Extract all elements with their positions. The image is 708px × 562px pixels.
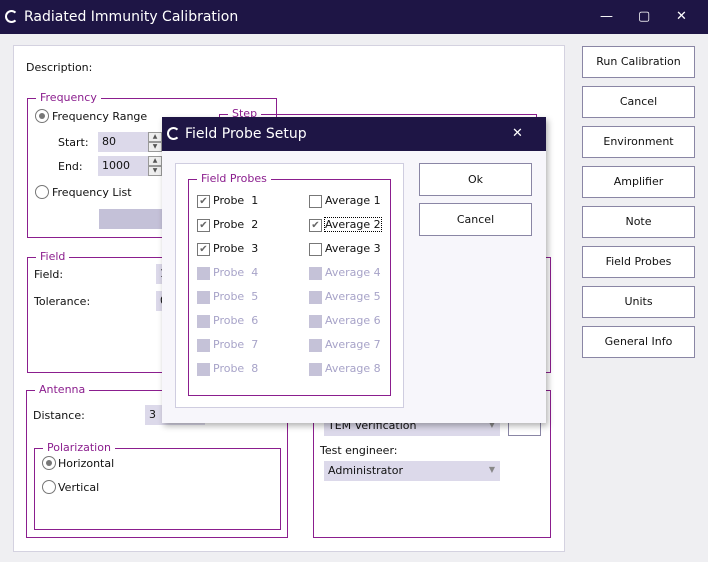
amplifier-button[interactable]: Amplifier	[582, 166, 695, 198]
note-button[interactable]: Note	[582, 206, 695, 238]
field-probes-button[interactable]: Field Probes	[582, 246, 695, 278]
dialog-title: Field Probe Setup	[185, 126, 307, 142]
average-label: Average 5	[325, 290, 381, 303]
end-label: End:	[58, 160, 83, 173]
probe-checkbox[interactable]: ✔	[197, 195, 210, 208]
average-label: Average 4	[325, 266, 381, 279]
average-label: Average 8	[325, 362, 381, 375]
probe-label: Probe 5	[213, 290, 259, 303]
app-logo-icon	[167, 127, 180, 140]
probe-checkbox[interactable]: ✔	[197, 243, 210, 256]
probe-checkbox	[197, 339, 210, 352]
average-checkbox[interactable]	[309, 195, 322, 208]
dialog-title-bar: Field Probe Setup ✕	[162, 117, 546, 151]
start-up-button[interactable]: ▲	[148, 132, 162, 142]
description-label: Description:	[26, 61, 93, 74]
tolerance-label: Tolerance:	[34, 295, 91, 308]
probe-checkbox[interactable]: ✔	[197, 219, 210, 232]
frequency-list-label: Frequency List	[52, 186, 132, 199]
dialog-close-button[interactable]: ✕	[512, 126, 523, 141]
average-label: Average 6	[325, 314, 381, 327]
run-calibration-button[interactable]: Run Calibration	[582, 46, 695, 78]
end-input[interactable]: 1000	[98, 156, 148, 176]
probe-label: Probe 4	[213, 266, 259, 279]
engineer-combo[interactable]: Administrator ▼	[324, 461, 500, 481]
polarization-group: Polarization Horizontal Vertical	[34, 441, 281, 530]
frequency-range-radio[interactable]	[35, 109, 49, 123]
general-info-button[interactable]: General Info	[582, 326, 695, 358]
start-down-button[interactable]: ▼	[148, 142, 162, 152]
vertical-label: Vertical	[58, 481, 100, 494]
chevron-down-icon: ▼	[488, 465, 495, 474]
average-label: Average 7	[325, 338, 381, 351]
frequency-list-radio[interactable]	[35, 185, 49, 199]
field-label: Field:	[34, 268, 64, 281]
average-checkbox	[309, 291, 322, 304]
probe-label: Probe 6	[213, 314, 259, 327]
dialog-cancel-button[interactable]: Cancel	[419, 203, 532, 236]
horizontal-radio[interactable]	[42, 456, 56, 470]
check-icon: ✔	[199, 244, 208, 255]
antenna-group-title: Antenna	[35, 383, 90, 396]
average-label: Average 2	[324, 217, 382, 232]
environment-button[interactable]: Environment	[582, 126, 695, 158]
probe-label: Probe 1	[213, 194, 259, 207]
probe-checkbox	[197, 363, 210, 376]
frequency-range-label: Frequency Range	[52, 110, 148, 123]
average-label: Average 1	[325, 194, 381, 207]
probe-label: Probe 7	[213, 338, 259, 351]
probe-label: Probe 2	[213, 218, 259, 231]
distance-label: Distance:	[33, 409, 85, 422]
frequency-group-title: Frequency	[36, 91, 101, 104]
probe-checkbox	[197, 267, 210, 280]
ok-button[interactable]: Ok	[419, 163, 532, 196]
probe-checkbox	[197, 291, 210, 304]
probes-panel: Field Probes ✔ Probe 1 ✔ Probe 2 ✔ Probe 3 Pro…	[175, 163, 404, 408]
probe-label: Probe 8	[213, 362, 259, 375]
title-bar: Radiated Immunity Calibration — ▢ ✕	[0, 0, 708, 34]
average-checkbox[interactable]: ✔	[309, 219, 322, 232]
probe-checkbox	[197, 315, 210, 328]
units-button[interactable]: Units	[582, 286, 695, 318]
field-group-title: Field	[36, 250, 70, 263]
average-checkbox	[309, 267, 322, 280]
cancel-button[interactable]: Cancel	[582, 86, 695, 118]
average-checkbox	[309, 363, 322, 376]
engineer-value: Administrator	[328, 464, 403, 477]
end-down-button[interactable]: ▼	[148, 166, 162, 176]
average-checkbox	[309, 339, 322, 352]
field-probe-setup-dialog: Field Probe Setup ✕ Field Probes ✔ Probe …	[162, 117, 546, 423]
start-label: Start:	[58, 136, 89, 149]
start-input[interactable]: 80	[98, 132, 148, 152]
maximize-button[interactable]: ▢	[638, 9, 650, 24]
probe-label: Probe 3	[213, 242, 259, 255]
vertical-radio[interactable]	[42, 480, 56, 494]
end-up-button[interactable]: ▲	[148, 156, 162, 166]
average-checkbox	[309, 315, 322, 328]
horizontal-label: Horizontal	[58, 457, 115, 470]
field-probes-group: Field Probes ✔ Probe 1 ✔ Probe 2 ✔ Probe 3 Pro…	[188, 172, 391, 396]
check-icon: ✔	[199, 220, 208, 231]
check-icon: ✔	[199, 196, 208, 207]
average-label: Average 3	[325, 242, 381, 255]
minimize-button[interactable]: —	[600, 9, 613, 24]
polarization-group-title: Polarization	[43, 441, 115, 454]
average-checkbox[interactable]	[309, 243, 322, 256]
window-title: Radiated Immunity Calibration	[24, 9, 239, 25]
app-logo-icon	[5, 10, 18, 23]
field-probes-group-title: Field Probes	[197, 172, 271, 185]
check-icon: ✔	[311, 220, 320, 231]
engineer-label: Test engineer:	[320, 444, 398, 457]
close-button[interactable]: ✕	[676, 9, 687, 24]
